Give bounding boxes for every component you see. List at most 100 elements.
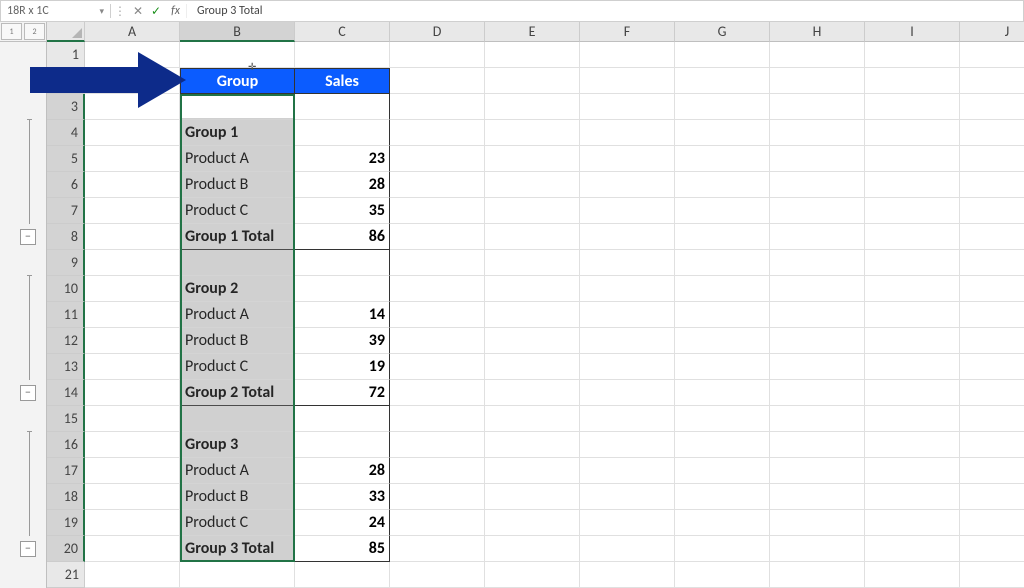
cell[interactable] (770, 146, 865, 172)
cell[interactable] (960, 458, 1024, 484)
cell[interactable] (865, 42, 960, 68)
cell[interactable] (960, 42, 1024, 68)
cell[interactable] (85, 120, 180, 146)
formula-input[interactable]: Group 3 Total (187, 4, 1023, 18)
cell[interactable] (485, 406, 580, 432)
cell[interactable] (675, 68, 770, 94)
cell[interactable] (390, 68, 485, 94)
cell[interactable]: 14 (295, 302, 390, 328)
cell[interactable] (865, 536, 960, 562)
cell[interactable] (390, 198, 485, 224)
cell[interactable] (485, 198, 580, 224)
cell[interactable] (770, 120, 865, 146)
cell[interactable] (485, 172, 580, 198)
row-header[interactable]: 19 (47, 510, 85, 536)
cell[interactable] (580, 432, 675, 458)
cell[interactable] (865, 146, 960, 172)
cell[interactable] (865, 68, 960, 94)
col-header-F[interactable]: F (580, 22, 675, 42)
cell[interactable] (960, 510, 1024, 536)
cell[interactable]: 19 (295, 354, 390, 380)
cell[interactable]: Group 2 (180, 276, 295, 302)
cell[interactable] (865, 172, 960, 198)
cell[interactable] (580, 94, 675, 120)
cell[interactable] (770, 276, 865, 302)
cell[interactable] (960, 432, 1024, 458)
cell[interactable] (580, 276, 675, 302)
cell[interactable] (580, 68, 675, 94)
cell[interactable] (865, 510, 960, 536)
cell[interactable]: Product C (180, 354, 295, 380)
col-header-J[interactable]: J (960, 22, 1024, 42)
cell[interactable] (580, 328, 675, 354)
cell[interactable] (580, 380, 675, 406)
cell[interactable] (485, 562, 580, 588)
cell[interactable] (580, 536, 675, 562)
cell[interactable] (675, 42, 770, 68)
cell[interactable] (180, 42, 295, 68)
col-header-H[interactable]: H (770, 22, 865, 42)
cell[interactable] (390, 224, 485, 250)
cell[interactable] (960, 68, 1024, 94)
cell[interactable] (485, 250, 580, 276)
cell[interactable] (485, 120, 580, 146)
cell[interactable] (960, 172, 1024, 198)
cell[interactable] (85, 354, 180, 380)
cell[interactable]: Product A (180, 302, 295, 328)
cell[interactable] (295, 250, 390, 276)
cell[interactable]: Group 3 (180, 432, 295, 458)
cell[interactable] (580, 198, 675, 224)
cell[interactable] (390, 146, 485, 172)
cell[interactable] (390, 94, 485, 120)
cell[interactable] (85, 302, 180, 328)
col-header-E[interactable]: E (485, 22, 580, 42)
cell[interactable] (675, 224, 770, 250)
cell[interactable] (180, 250, 295, 276)
cell[interactable] (85, 146, 180, 172)
cell[interactable] (865, 328, 960, 354)
cell[interactable] (580, 406, 675, 432)
cell[interactable] (770, 42, 865, 68)
cell[interactable] (675, 146, 770, 172)
cell[interactable] (485, 42, 580, 68)
cell[interactable] (770, 406, 865, 432)
cell[interactable]: Sales (295, 68, 390, 94)
cell[interactable]: Group 3 Total (180, 536, 295, 562)
col-header-B[interactable]: B (180, 22, 295, 42)
cell[interactable] (675, 536, 770, 562)
cell[interactable] (960, 380, 1024, 406)
cell[interactable] (960, 224, 1024, 250)
chevron-down-icon[interactable]: ▾ (99, 6, 104, 17)
cell[interactable] (580, 562, 675, 588)
cell[interactable]: Group (180, 68, 295, 94)
row-header[interactable]: 8 (47, 224, 85, 250)
select-all-corner[interactable] (47, 22, 85, 42)
row-header[interactable]: 1 (47, 42, 85, 68)
cell[interactable] (390, 406, 485, 432)
collapse-group-button[interactable]: − (20, 541, 36, 557)
outline-level-2[interactable]: 2 (24, 23, 45, 40)
cancel-button[interactable]: ✕ (129, 4, 147, 19)
cell[interactable] (770, 562, 865, 588)
cell[interactable] (85, 68, 180, 94)
cell[interactable] (485, 328, 580, 354)
cell[interactable] (770, 328, 865, 354)
cell[interactable]: 24 (295, 510, 390, 536)
row-header[interactable]: 16 (47, 432, 85, 458)
cell[interactable] (580, 510, 675, 536)
cell[interactable] (180, 562, 295, 588)
cell[interactable] (770, 68, 865, 94)
row-header[interactable]: 9 (47, 250, 85, 276)
cell[interactable] (295, 432, 390, 458)
cell[interactable] (390, 42, 485, 68)
cell[interactable] (675, 380, 770, 406)
cell[interactable] (485, 94, 580, 120)
cell[interactable] (390, 120, 485, 146)
cell[interactable] (485, 536, 580, 562)
cell[interactable] (960, 406, 1024, 432)
cell[interactable] (85, 562, 180, 588)
cell[interactable] (485, 510, 580, 536)
row-header[interactable]: 18 (47, 484, 85, 510)
cell[interactable] (770, 432, 865, 458)
outline-level-1[interactable]: 1 (1, 23, 22, 40)
